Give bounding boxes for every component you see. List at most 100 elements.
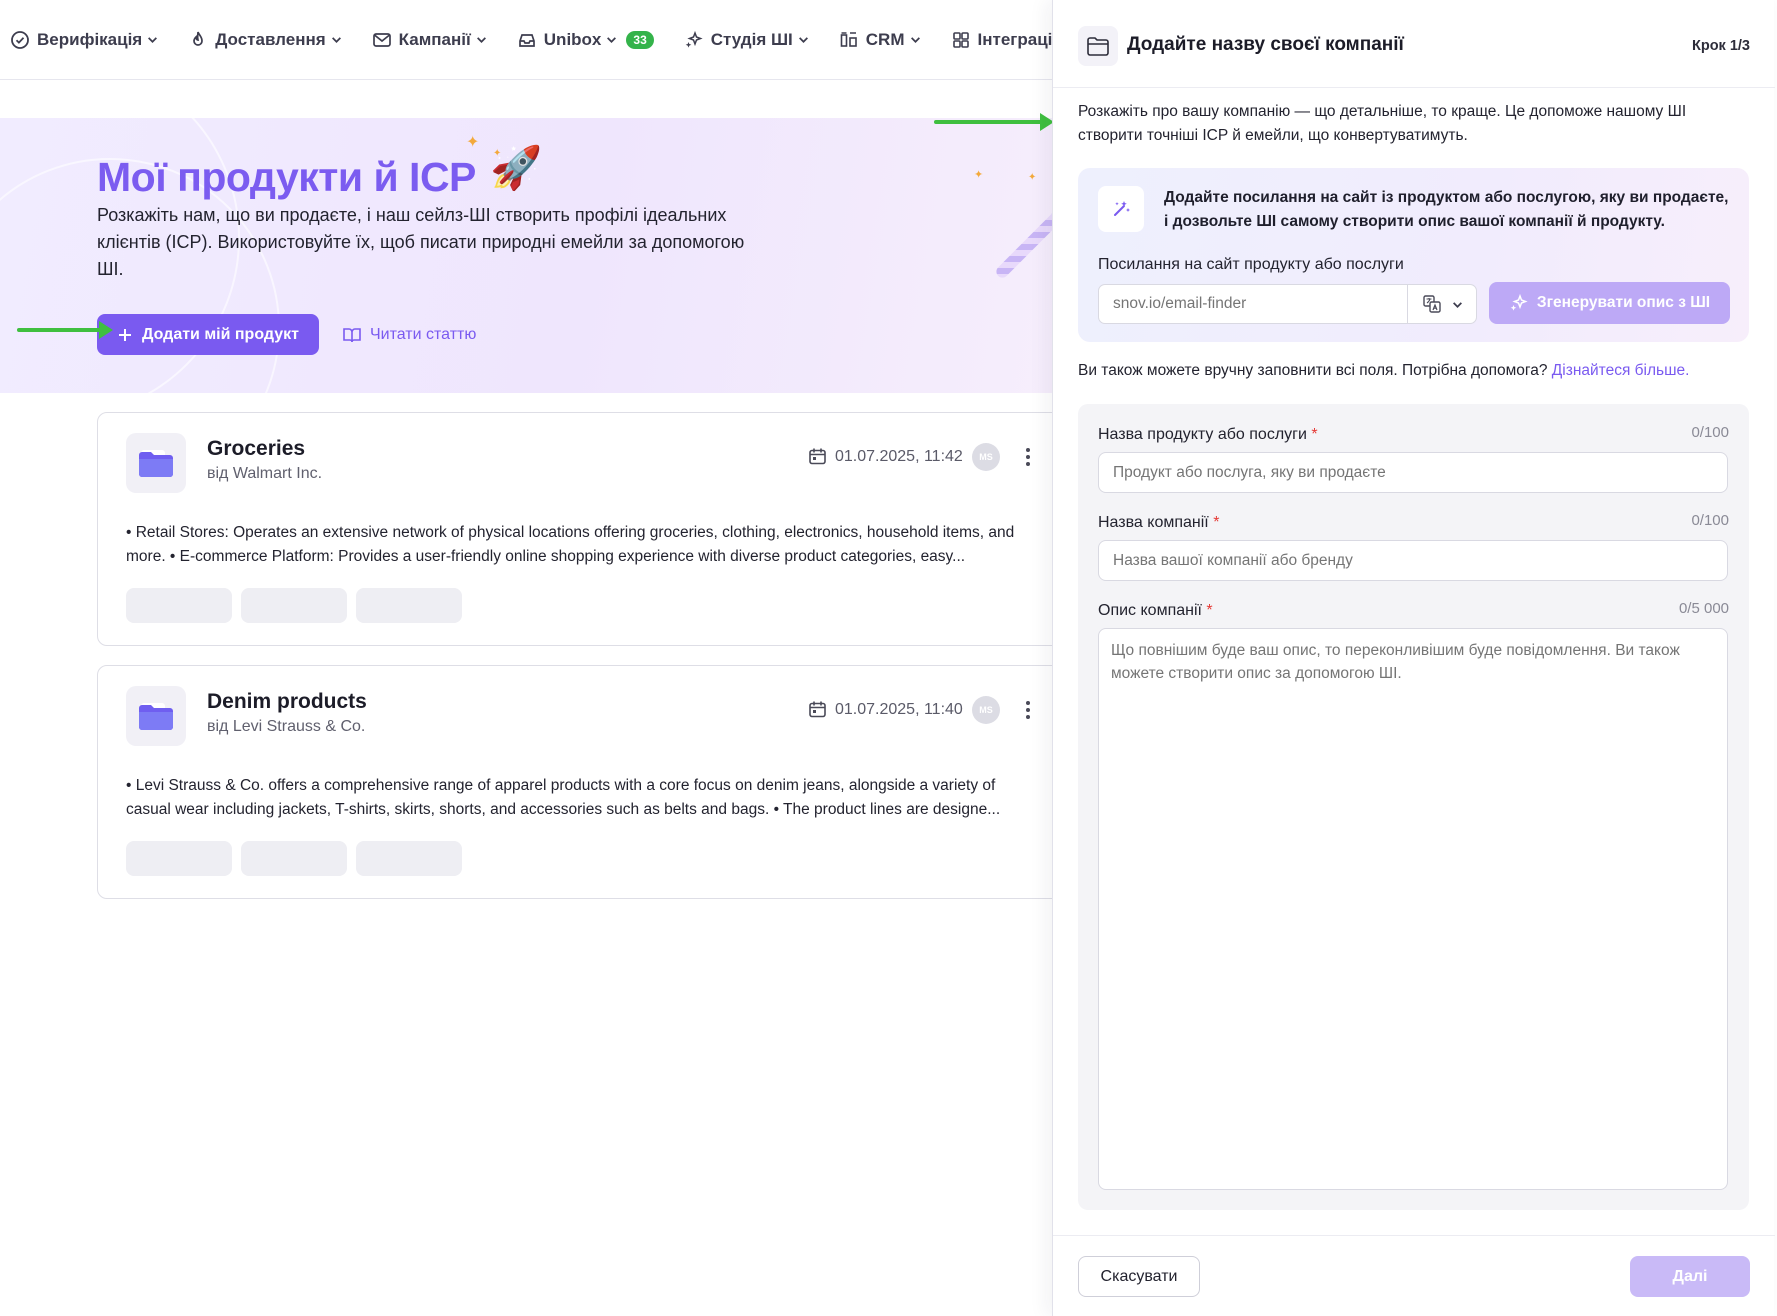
product-description: • Levi Strauss & Co. offers a comprehens… xyxy=(126,777,1001,818)
folder-outline-icon xyxy=(1078,26,1118,66)
crm-icon xyxy=(840,31,857,47)
nav-item-label: Студія ШІ xyxy=(710,29,793,49)
add-product-label: Додати мій продукт xyxy=(142,325,299,343)
drawer-footer: Скасувати Далі xyxy=(1053,1235,1775,1316)
ai-panel-text: Додайте посилання на сайт із продуктом а… xyxy=(1164,189,1729,230)
translate-icon xyxy=(1422,295,1441,313)
folder-icon xyxy=(126,686,186,746)
top-navigation: Верифікація Доставлення Кампанії Unibox … xyxy=(0,0,1060,80)
avatar: MS xyxy=(972,696,1000,724)
sparkles-icon xyxy=(1510,293,1528,311)
chevron-down-icon xyxy=(607,37,617,43)
product-date-text: 01.07.2025, 11:42 xyxy=(835,447,963,465)
page-title: Мої продукти й ICP xyxy=(97,154,476,200)
website-url-input[interactable] xyxy=(1098,284,1408,324)
learn-more-link[interactable]: Дізнайтеся більше. xyxy=(1552,362,1690,379)
language-select[interactable] xyxy=(1407,284,1477,324)
calendar-icon xyxy=(809,448,826,465)
avatar: MS xyxy=(972,443,1000,471)
drawer-header: Додайте назву своєї компанії Крок 1/3 xyxy=(1053,0,1775,88)
product-card[interactable]: Groceries від Walmart Inc. 01.07.2025, 1… xyxy=(97,412,1077,646)
flame-icon xyxy=(193,31,204,46)
company-form: Назва продукту або послуги * 0/100 Назва… xyxy=(1078,404,1749,1210)
read-article-label: Читати статтю xyxy=(370,325,477,343)
nav-item-label: Доставлення xyxy=(215,29,326,49)
plus-icon xyxy=(119,328,131,341)
hero-description: Розкажіть нам, що ви продаєте, і наш сей… xyxy=(97,205,745,279)
add-product-button[interactable]: Додати мій продукт xyxy=(97,314,319,355)
nav-item-ai-studio[interactable]: Студія ШІ xyxy=(684,30,809,50)
required-mark: * xyxy=(1213,514,1220,531)
nav-item-deliverability[interactable]: Доставлення xyxy=(188,30,341,50)
sparkle-icon: ✦ xyxy=(1028,172,1037,183)
company-description-counter: 0/5 000 xyxy=(1678,600,1729,617)
more-options-icon[interactable] xyxy=(1022,443,1034,471)
chevron-down-icon xyxy=(910,37,920,43)
cancel-button[interactable]: Скасувати xyxy=(1078,1256,1200,1297)
book-icon xyxy=(343,327,361,342)
product-card[interactable]: Denim products від Levi Strauss & Co. 01… xyxy=(97,665,1077,899)
annotation-arrow xyxy=(17,321,113,339)
generate-with-ai-button[interactable]: Згенерувати опис з ШІ xyxy=(1489,282,1730,324)
more-options-icon[interactable] xyxy=(1022,696,1034,724)
chevron-down-icon xyxy=(476,37,486,43)
mail-icon xyxy=(372,32,391,47)
unread-count-badge: 33 xyxy=(626,30,654,49)
product-company: від Levi Strauss & Co. xyxy=(207,718,366,735)
chevron-down-icon xyxy=(798,37,808,43)
product-description: • Retail Stores: Operates an extensive n… xyxy=(126,524,1015,565)
add-company-drawer: Додайте назву своєї компанії Крок 1/3 Ро… xyxy=(1052,0,1775,1316)
generate-button-label: Згенерувати опис з ШІ xyxy=(1536,294,1711,311)
company-name-label: Назва компанії * xyxy=(1098,514,1219,532)
company-name-input[interactable] xyxy=(1098,540,1728,581)
product-title: Denim products xyxy=(207,690,367,713)
company-description-textarea[interactable] xyxy=(1098,628,1728,1190)
nav-item-unibox[interactable]: Unibox 33 xyxy=(517,30,654,50)
hero-banner: Мої продукти й ICP 🚀 ✦ ✦ ✦ ✦ Розкажіть н… xyxy=(0,118,1060,393)
read-article-link[interactable]: Читати статтю xyxy=(342,314,476,355)
product-name-counter: 0/100 xyxy=(1691,424,1729,441)
check-circle-icon xyxy=(11,30,29,49)
drawer-intro: Розкажіть про вашу компанію — що детальн… xyxy=(1078,103,1687,144)
nav-item-verification[interactable]: Верифікація xyxy=(10,30,158,50)
grid-icon xyxy=(952,31,969,48)
manual-fill-label: Ви також можете вручну заповнити всі пол… xyxy=(1078,362,1552,379)
tag-placeholders xyxy=(126,588,462,623)
sparkle-icon: ✦ xyxy=(974,169,984,181)
required-mark: * xyxy=(1311,426,1318,443)
product-date-text: 01.07.2025, 11:40 xyxy=(835,700,963,718)
company-description-label-text: Опис компанії xyxy=(1098,602,1202,619)
company-description-label: Опис компанії * xyxy=(1098,602,1213,620)
manual-fill-text: Ви також можете вручну заповнити всі пол… xyxy=(1078,362,1689,380)
product-company: від Walmart Inc. xyxy=(207,465,323,482)
product-name-label-text: Назва продукту або послуги xyxy=(1098,426,1307,443)
chevron-down-icon xyxy=(148,37,158,43)
product-name-input[interactable] xyxy=(1098,452,1728,493)
decorative-stick xyxy=(993,207,1060,281)
next-button[interactable]: Далі xyxy=(1630,1256,1750,1297)
product-title: Groceries xyxy=(207,437,306,460)
product-date: 01.07.2025, 11:42 xyxy=(808,447,963,466)
company-name-counter: 0/100 xyxy=(1691,512,1729,529)
magic-wand-icon xyxy=(1098,186,1144,232)
nav-item-label: Інтеграції xyxy=(977,29,1058,49)
drawer-title: Додайте назву своєї компанії xyxy=(1127,34,1404,55)
website-url-label: Посилання на сайт продукту або послуги xyxy=(1098,256,1404,273)
sparkles-icon xyxy=(685,30,703,48)
product-date: 01.07.2025, 11:40 xyxy=(808,700,963,719)
annotation-arrow xyxy=(934,113,1054,131)
folder-icon xyxy=(126,433,186,493)
product-name-label: Назва продукту або послуги * xyxy=(1098,426,1318,444)
nav-item-label: Верифікація xyxy=(37,29,143,49)
sparkle-icon: ✦ xyxy=(466,134,480,151)
company-name-label-text: Назва компанії xyxy=(1098,514,1209,531)
nav-item-label: Кампанії xyxy=(398,29,471,49)
required-mark: * xyxy=(1206,602,1213,619)
nav-item-crm[interactable]: CRM xyxy=(839,30,921,50)
ai-generate-panel: Додайте посилання на сайт із продуктом а… xyxy=(1078,168,1749,342)
step-indicator: Крок 1/3 xyxy=(1691,38,1750,54)
nav-item-integrations[interactable]: Інтеграції xyxy=(951,29,1058,50)
sparkle-icon: ✦ xyxy=(493,148,502,159)
nav-item-label: CRM xyxy=(865,29,905,49)
nav-item-campaigns[interactable]: Кампанії xyxy=(372,30,487,50)
